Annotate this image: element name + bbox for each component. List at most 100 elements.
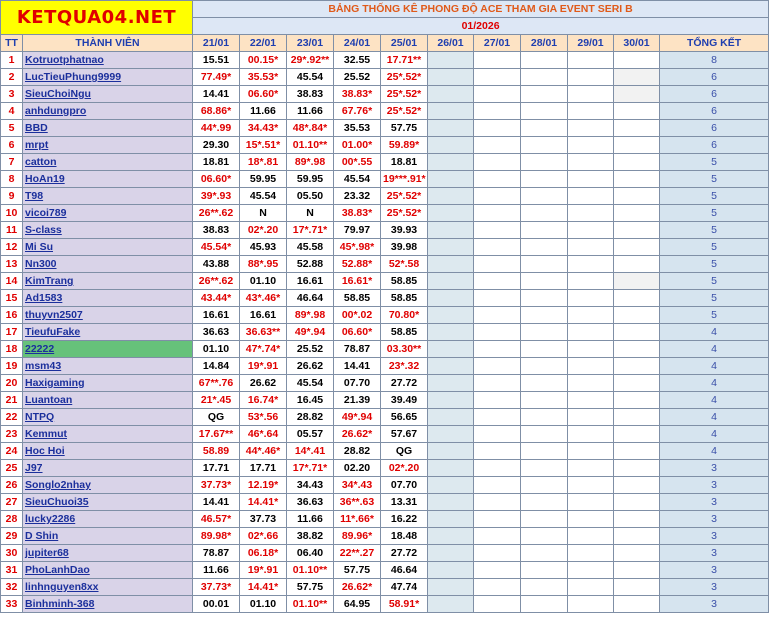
row-number: 2: [0, 68, 23, 86]
score-cell: 52.88*: [333, 255, 381, 273]
member-name-link[interactable]: HoAn19: [22, 170, 193, 188]
header-date: 28/01: [520, 34, 568, 52]
empty-cell: [520, 357, 568, 375]
score-cell: 59.95: [286, 170, 334, 188]
member-name-link[interactable]: 22222: [22, 340, 193, 358]
member-name-link[interactable]: SieuChuoi35: [22, 493, 193, 511]
member-name-link[interactable]: Songlo2nhay: [22, 476, 193, 494]
empty-cell: [473, 391, 521, 409]
member-name-link[interactable]: Kotruotphatnao: [22, 51, 193, 69]
member-name-link[interactable]: S-class: [22, 221, 193, 239]
member-name-link[interactable]: J97: [22, 459, 193, 477]
member-name-link[interactable]: KimTrang: [22, 272, 193, 290]
total-cell: 4: [658, 442, 770, 460]
member-name-link[interactable]: Hoc Hoi: [22, 442, 193, 460]
member-name-link[interactable]: Nn300: [22, 255, 193, 273]
score-cell: 38.83*: [333, 204, 381, 222]
empty-cell: [613, 204, 660, 222]
score-cell: 38.83: [286, 85, 334, 103]
member-name-link[interactable]: Ad1583: [22, 289, 193, 307]
member-name-link[interactable]: vicoi789: [22, 204, 193, 222]
empty-cell: [613, 357, 660, 375]
empty-cell: [520, 374, 568, 392]
empty-cell: [473, 527, 521, 545]
row-number: 18: [0, 340, 23, 358]
score-cell: 45*.98*: [333, 238, 381, 256]
score-cell: 19***.91*: [380, 170, 428, 188]
member-name-link[interactable]: LucTieuPhung9999: [22, 68, 193, 86]
score-cell: 13.31: [380, 493, 428, 511]
member-name-link[interactable]: T98: [22, 187, 193, 205]
member-name-link[interactable]: SieuChoiNgu: [22, 85, 193, 103]
row-number: 1: [0, 51, 23, 69]
score-cell: 22**.27: [333, 544, 381, 562]
header-date: 26/01: [427, 34, 474, 52]
member-name-link[interactable]: NTPQ: [22, 408, 193, 426]
member-name-link[interactable]: msm43: [22, 357, 193, 375]
member-name-link[interactable]: Haxigaming: [22, 374, 193, 392]
score-cell: 14.41: [192, 85, 240, 103]
score-cell: 15.51: [192, 51, 240, 69]
header-date: 29/01: [567, 34, 614, 52]
empty-cell: [613, 119, 660, 137]
score-cell: 18.81: [380, 153, 428, 171]
score-cell: 16.45: [286, 391, 334, 409]
member-name-link[interactable]: Luantoan: [22, 391, 193, 409]
score-cell: 05.57: [286, 425, 334, 443]
member-name-link[interactable]: Kemmut: [22, 425, 193, 443]
score-cell: N: [286, 204, 334, 222]
member-name-link[interactable]: BBD: [22, 119, 193, 137]
member-name-link[interactable]: TieufuFake: [22, 323, 193, 341]
member-name-link[interactable]: lucky2286: [22, 510, 193, 528]
score-cell: 47.74: [380, 578, 428, 596]
score-cell: 57.75: [380, 119, 428, 137]
member-name-link[interactable]: Mi Su: [22, 238, 193, 256]
member-name-link[interactable]: mrpt: [22, 136, 193, 154]
score-cell: 36.63: [192, 323, 240, 341]
total-cell: 4: [658, 340, 770, 358]
empty-cell: [613, 391, 660, 409]
score-cell: 35.53*: [239, 68, 287, 86]
member-name-link[interactable]: catton: [22, 153, 193, 171]
empty-cell: [427, 51, 474, 69]
empty-cell: [473, 578, 521, 596]
score-cell: 02.20: [333, 459, 381, 477]
row-number: 14: [0, 272, 23, 290]
empty-cell: [520, 306, 568, 324]
empty-cell: [520, 51, 568, 69]
score-cell: 44*.99: [192, 119, 240, 137]
empty-cell: [567, 459, 614, 477]
score-cell: 25*.52*: [380, 102, 428, 120]
member-name-link[interactable]: anhdungpro: [22, 102, 193, 120]
member-name-link[interactable]: thuyvn2507: [22, 306, 193, 324]
total-cell: 6: [658, 68, 770, 86]
header-date: 27/01: [473, 34, 521, 52]
total-cell: 6: [658, 119, 770, 137]
total-cell: 6: [658, 102, 770, 120]
empty-cell: [427, 493, 474, 511]
score-cell: 11*.66*: [333, 510, 381, 528]
banner-title: BẢNG THỐNG KÊ PHONG ĐỘ ACE THAM GIA EVEN…: [191, 0, 770, 18]
member-name-link[interactable]: PhoLanhDao: [22, 561, 193, 579]
score-cell: 45.54: [333, 170, 381, 188]
header-member: THÀNH VIÊN: [22, 34, 193, 52]
member-name-link[interactable]: Binhminh-368: [22, 595, 193, 613]
member-name-link[interactable]: D Shin: [22, 527, 193, 545]
row-number: 19: [0, 357, 23, 375]
empty-cell: [427, 221, 474, 239]
score-cell: 00*.02: [333, 306, 381, 324]
empty-cell: [427, 578, 474, 596]
score-cell: 59.95: [239, 170, 287, 188]
empty-cell: [520, 340, 568, 358]
empty-cell: [520, 544, 568, 562]
empty-cell: [473, 85, 521, 103]
header-date: 21/01: [192, 34, 240, 52]
empty-cell: [520, 68, 568, 86]
empty-cell: [427, 340, 474, 358]
empty-cell: [613, 595, 660, 613]
member-name-link[interactable]: linhnguyen8xx: [22, 578, 193, 596]
empty-cell: [567, 391, 614, 409]
member-name-link[interactable]: jupiter68: [22, 544, 193, 562]
score-cell: 26**.62: [192, 204, 240, 222]
total-cell: 3: [658, 527, 770, 545]
